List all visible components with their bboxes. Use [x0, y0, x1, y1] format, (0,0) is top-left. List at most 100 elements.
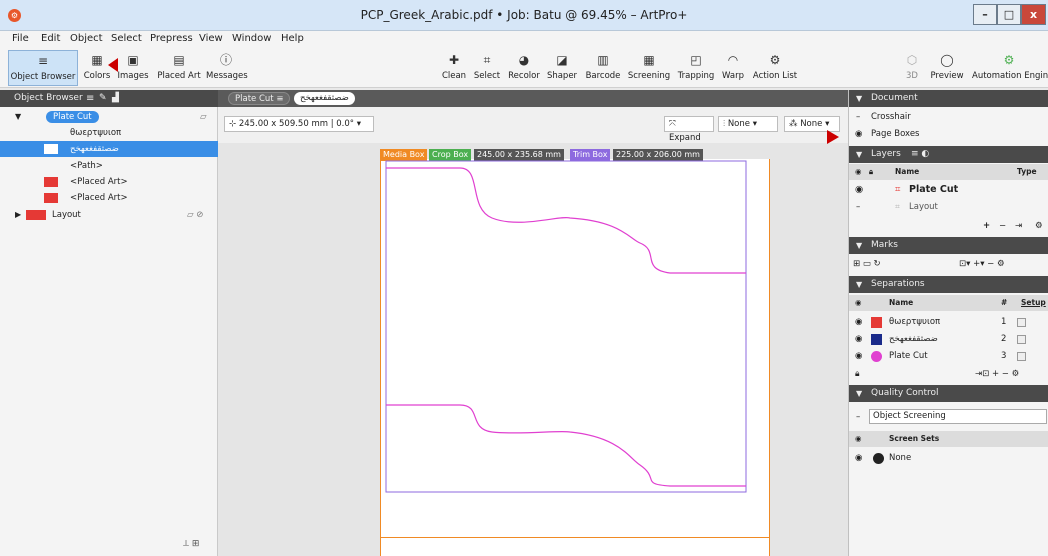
layers-name-col: Name — [895, 167, 920, 176]
layer-row-layout[interactable]: – ⌗ Layout — [849, 199, 1048, 215]
separation-row-3[interactable]: ◉ Plate Cut 3 — [849, 348, 1048, 364]
messages-button[interactable]: ⓘ Messages — [206, 50, 248, 86]
window-title: PCP_Greek_Arabic.pdf • Job: Batu @ 69.45… — [360, 8, 688, 22]
maximize-button[interactable]: □ — [997, 4, 1021, 25]
tree-row-text-arabic-selected[interactable]: ضصثقفغعهخح — [0, 141, 218, 157]
menu-help[interactable]: Help — [281, 33, 304, 44]
eye-icon[interactable]: ◉ — [855, 314, 862, 330]
layer-lock-icon[interactable]: ▱ ⊘ — [187, 207, 203, 223]
tree-row-placed-art-1[interactable]: <Placed Art> — [0, 174, 218, 190]
setup-checkbox[interactable] — [1017, 318, 1026, 327]
menu-window[interactable]: Window — [232, 33, 271, 44]
preview-icon: ◯ — [940, 53, 954, 67]
screening-button[interactable]: ▦ Screening — [626, 50, 672, 86]
eye-icon[interactable]: ◉ — [855, 348, 862, 364]
layer-lock-icon[interactable]: ▱ — [200, 109, 207, 125]
eye-icon[interactable]: ◉ — [855, 450, 862, 466]
eye-icon[interactable]: ◉ — [855, 182, 863, 198]
marks-section-header[interactable]: ▼ Marks — [849, 237, 1048, 254]
warp-button[interactable]: ◠ Warp — [720, 50, 746, 86]
menu-view[interactable]: View — [199, 33, 223, 44]
separation-row-2[interactable]: ◉ ضصثقفغعهخح 2 — [849, 331, 1048, 347]
minimize-button[interactable]: – — [973, 4, 997, 25]
marks-import-icon[interactable]: ⊞ ▭ ↻ — [853, 256, 881, 272]
dimensions-field[interactable]: ⊹ 245.00 x 509.50 mm | 0.0° ▾ — [224, 116, 374, 132]
layer-name-layout: Layout — [909, 202, 938, 212]
menu-icon[interactable]: ≡ ◐ — [911, 146, 929, 163]
menu-file[interactable]: File — [12, 33, 29, 44]
menu-icon[interactable]: ≡ — [86, 93, 94, 104]
add-layer-icon[interactable]: + — [983, 218, 990, 234]
barcode-icon: ▥ — [597, 53, 609, 67]
page-boxes-row[interactable]: ◉ Page Boxes — [849, 126, 1048, 142]
lock-icon: 🔒︎ — [869, 167, 873, 176]
expand-icon: ⤧ — [669, 119, 676, 129]
expand-button[interactable]: ⤧ Expand — [664, 116, 714, 143]
layers-section-header[interactable]: ▼ Layers ≡ ◐ — [849, 146, 1048, 163]
collapse-arrow-icon[interactable]: ▼ — [15, 109, 21, 125]
separation-color-swatch — [871, 317, 882, 328]
canvas-area[interactable]: ⊹ 245.00 x 509.50 mm | 0.0° ▾ ⤧ Expand ⫶… — [218, 107, 848, 556]
menu-prepress[interactable]: Prepress — [150, 33, 193, 44]
menu-select[interactable]: Select — [111, 33, 142, 44]
tree-row-path[interactable]: <Path> — [0, 158, 218, 174]
pen-icon[interactable]: ✎ — [99, 93, 107, 103]
object-browser-button[interactable]: ≡ Object Browser — [8, 50, 78, 86]
clean-button[interactable]: ✚ Clean — [440, 50, 468, 86]
quality-control-section-header[interactable]: ▼ Quality Control — [849, 385, 1048, 402]
menu-edit[interactable]: Edit — [41, 33, 60, 44]
layout-thumbnail-icon — [26, 210, 46, 220]
barcode-button[interactable]: ▥ Barcode — [584, 50, 622, 86]
marks-add-icon[interactable]: ⊡▾ +▾ − ⚙ — [959, 256, 1005, 272]
tab-plate-cut[interactable]: Plate Cut ≡ — [228, 92, 291, 105]
sep-name-col: Name — [889, 298, 914, 307]
layer-row-plate-cut[interactable]: ◉ ⌗ Plate Cut — [849, 182, 1048, 198]
action-list-button[interactable]: ⚙ Action List — [752, 50, 798, 86]
tree-label-layout: Layout — [52, 210, 81, 220]
expand-arrow-icon[interactable]: ▶ — [15, 207, 21, 223]
remove-layer-icon[interactable]: − — [999, 218, 1006, 234]
tree-row-plate-cut[interactable]: ▼ Plate Cut ▱ — [0, 109, 218, 125]
separation-name-1: θωερτψυιοπ — [889, 317, 941, 327]
placed-art-button[interactable]: ▤ Placed Art — [154, 50, 204, 86]
3d-button[interactable]: ⬡ 3D — [900, 50, 924, 86]
setup-checkbox[interactable] — [1017, 352, 1026, 361]
trapping-button[interactable]: ◰ Trapping — [676, 50, 716, 86]
merge-layer-icon[interactable]: ⇥ — [1015, 218, 1022, 234]
eye-icon[interactable]: ◉ — [855, 126, 862, 142]
tree-row-placed-art-2[interactable]: <Placed Art> — [0, 190, 218, 206]
pin-icon[interactable]: ⟂ ⊞ — [183, 539, 199, 549]
automation-engine-button[interactable]: ⚙ Automation Engine — [972, 50, 1048, 86]
separations-tools-icon[interactable]: ⇥⊡ + − ⚙ — [975, 366, 1019, 382]
screen-set-row[interactable]: ◉ None — [849, 450, 1048, 466]
images-button[interactable]: ▣ Images — [116, 50, 150, 86]
warp-label: Warp — [722, 71, 744, 81]
menu-object[interactable]: Object — [70, 33, 103, 44]
trapping-label: Trapping — [677, 71, 715, 81]
chart-icon[interactable]: ▟ — [112, 93, 119, 103]
tree-row-layout[interactable]: ▶ Layout ▱ ⊘ — [0, 207, 218, 223]
lock-icon[interactable]: 🔒︎ — [855, 366, 860, 382]
close-button[interactable]: x — [1021, 4, 1046, 25]
separations-section-header[interactable]: ▼ Separations — [849, 276, 1048, 293]
view-mode-select[interactable]: ⫶ None ▾ — [718, 116, 778, 132]
tree-row-text-greek[interactable]: θωερτψυιοπ — [0, 125, 218, 141]
eye-icon[interactable]: ◉ — [855, 331, 862, 347]
trim-box-outline — [385, 160, 747, 493]
preview-button[interactable]: ◯ Preview — [928, 50, 966, 86]
setup-checkbox[interactable] — [1017, 335, 1026, 344]
plate-cut-artwork[interactable] — [380, 159, 770, 556]
recolor-button[interactable]: ◕ Recolor — [506, 50, 542, 86]
gear-icon[interactable]: ⚙ — [1035, 218, 1043, 234]
qc-select[interactable]: Object Screening — [869, 409, 1047, 424]
crosshair-row[interactable]: – Crosshair — [849, 109, 1048, 125]
document-section-header[interactable]: ▼ Document — [849, 90, 1048, 107]
shaper-button[interactable]: ◪ Shaper — [546, 50, 578, 86]
chevron-down-icon: ▾ — [356, 119, 362, 129]
select-button[interactable]: ⌗ Select — [472, 50, 502, 86]
separation-row-1[interactable]: ◉ θωερτψυιοπ 1 — [849, 314, 1048, 330]
object-browser-title: Object Browser — [14, 93, 83, 103]
placed-art-label: Placed Art — [157, 71, 201, 81]
tab-active-layer[interactable]: ضصثقفغعهخح — [294, 92, 355, 105]
dash-icon: – — [856, 412, 861, 422]
